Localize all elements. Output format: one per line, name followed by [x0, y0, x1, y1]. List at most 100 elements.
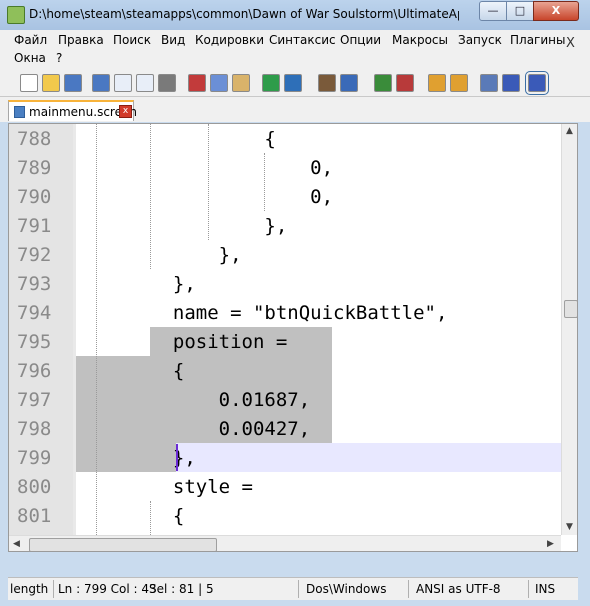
- line-number: 792: [17, 244, 52, 266]
- close-icon[interactable]: [114, 74, 132, 92]
- menu-search[interactable]: Поиск: [113, 33, 151, 47]
- menu-help[interactable]: ?: [56, 51, 62, 65]
- tab-mainmenu-screen[interactable]: mainmenu.screen x: [8, 100, 137, 121]
- code-line: 788 {: [9, 124, 561, 153]
- copy-icon[interactable]: [210, 74, 228, 92]
- line-number: 793: [17, 273, 52, 295]
- sync-v-icon[interactable]: [428, 74, 446, 92]
- menu-windows[interactable]: Окна: [14, 51, 46, 65]
- status-encoding: ANSI as UTF-8: [416, 582, 501, 596]
- menu-macros[interactable]: Макросы: [392, 33, 448, 47]
- tab-bar: mainmenu.screen x: [0, 97, 590, 122]
- code-line: 790 0,: [9, 182, 561, 211]
- code-editor[interactable]: 788 {789 0, 790 0, 791 }, 792 }, 793 }, 794 n…: [8, 123, 578, 552]
- menu-run[interactable]: Запуск: [458, 33, 502, 47]
- scroll-up-arrow-icon[interactable]: ▲: [566, 126, 573, 136]
- line-text: 0,: [150, 186, 334, 208]
- menu-plugins[interactable]: Плагины: [510, 33, 565, 47]
- line-text: {: [150, 505, 185, 527]
- status-sel: Sel : 81 | 5: [149, 582, 214, 596]
- line-number: 799: [17, 447, 52, 469]
- word-wrap-icon[interactable]: [480, 74, 498, 92]
- code-line: 800 style =: [9, 472, 561, 501]
- notepad-app-icon: [7, 6, 25, 24]
- replace-icon[interactable]: [340, 74, 358, 92]
- minimize-button[interactable]: —: [479, 1, 507, 21]
- sync-h-icon[interactable]: [450, 74, 468, 92]
- line-text: style =: [150, 476, 253, 498]
- scroll-left-arrow-icon[interactable]: ◀: [13, 539, 20, 549]
- text-caret: [176, 444, 178, 471]
- line-text: position =: [150, 331, 288, 353]
- cut-icon[interactable]: [188, 74, 206, 92]
- zoom-out-icon[interactable]: [396, 74, 414, 92]
- line-number: 797: [17, 389, 52, 411]
- line-text: 0.01687,: [150, 389, 311, 411]
- zoom-in-icon[interactable]: [374, 74, 392, 92]
- code-line: 794 name = "btnQuickBattle",: [9, 298, 561, 327]
- status-length: length: [10, 582, 49, 596]
- scroll-down-arrow-icon[interactable]: ▼: [566, 522, 573, 532]
- undo-icon[interactable]: [262, 74, 280, 92]
- line-text: 0,: [150, 157, 334, 179]
- status-separator: [298, 580, 299, 598]
- horizontal-scroll-thumb[interactable]: [29, 538, 217, 551]
- line-number: 790: [17, 186, 52, 208]
- status-separator: [528, 580, 529, 598]
- vertical-scrollbar[interactable]: ▲ ▼: [561, 124, 577, 535]
- close-all-icon[interactable]: [136, 74, 154, 92]
- show-all-chars-icon[interactable]: [502, 74, 520, 92]
- code-line: 791 },: [9, 211, 561, 240]
- scroll-right-arrow-icon[interactable]: ▶: [547, 539, 554, 549]
- code-line: 792 },: [9, 240, 561, 269]
- print-icon[interactable]: [158, 74, 176, 92]
- line-text: },: [150, 273, 196, 295]
- menu-bar: Файл Правка Поиск Вид Кодировки Синтакси…: [0, 30, 590, 70]
- open-file-icon[interactable]: [42, 74, 60, 92]
- line-number: 794: [17, 302, 52, 324]
- menu-encoding[interactable]: Кодировки: [195, 33, 264, 47]
- indent-guide-icon[interactable]: [525, 71, 549, 95]
- new-file-icon[interactable]: [20, 74, 38, 92]
- line-text: 0.00427,: [150, 418, 311, 440]
- line-number: 788: [17, 128, 52, 150]
- status-insert-mode: INS: [535, 582, 556, 596]
- paste-icon[interactable]: [232, 74, 250, 92]
- close-button[interactable]: X: [533, 1, 579, 21]
- line-text: },: [150, 244, 242, 266]
- status-separator: [53, 580, 54, 598]
- menu-options[interactable]: Опции: [340, 33, 381, 47]
- code-line: 798 0.00427,: [9, 414, 561, 443]
- menu-close-button[interactable]: X: [566, 36, 575, 51]
- code-line: 797 0.01687,: [9, 385, 561, 414]
- redo-icon[interactable]: [284, 74, 302, 92]
- find-icon[interactable]: [318, 74, 336, 92]
- line-number: 796: [17, 360, 52, 382]
- code-line: 796 {: [9, 356, 561, 385]
- line-text: {: [150, 128, 276, 150]
- maximize-button[interactable]: □: [506, 1, 534, 21]
- tab-close-icon[interactable]: x: [119, 105, 132, 118]
- line-text: },: [150, 447, 196, 469]
- code-line: 801 {: [9, 501, 561, 530]
- line-number: 798: [17, 418, 52, 440]
- menu-view[interactable]: Вид: [161, 33, 185, 47]
- code-line: 793 },: [9, 269, 561, 298]
- save-icon[interactable]: [64, 74, 82, 92]
- code-line: 789 0,: [9, 153, 561, 182]
- menu-edit[interactable]: Правка: [58, 33, 104, 47]
- menu-syntax[interactable]: Синтаксис: [269, 33, 336, 47]
- line-text: },: [150, 215, 288, 237]
- menu-file[interactable]: Файл: [14, 33, 47, 47]
- title-bar: D:\home\steam\steamapps\common\Dawn of W…: [0, 0, 590, 30]
- line-number: 791: [17, 215, 52, 237]
- horizontal-scrollbar[interactable]: ◀ ▶: [9, 535, 561, 551]
- line-text: name = "btnQuickBattle",: [150, 302, 448, 324]
- line-number: 801: [17, 505, 52, 527]
- status-eol: Dos\Windows: [306, 582, 387, 596]
- status-separator: [408, 580, 409, 598]
- line-number: 800: [17, 476, 52, 498]
- status-bar: length Ln : 799 Col : 43 Sel : 81 | 5 Do…: [8, 577, 578, 600]
- save-all-icon[interactable]: [92, 74, 110, 92]
- vertical-scroll-thumb[interactable]: [564, 300, 577, 318]
